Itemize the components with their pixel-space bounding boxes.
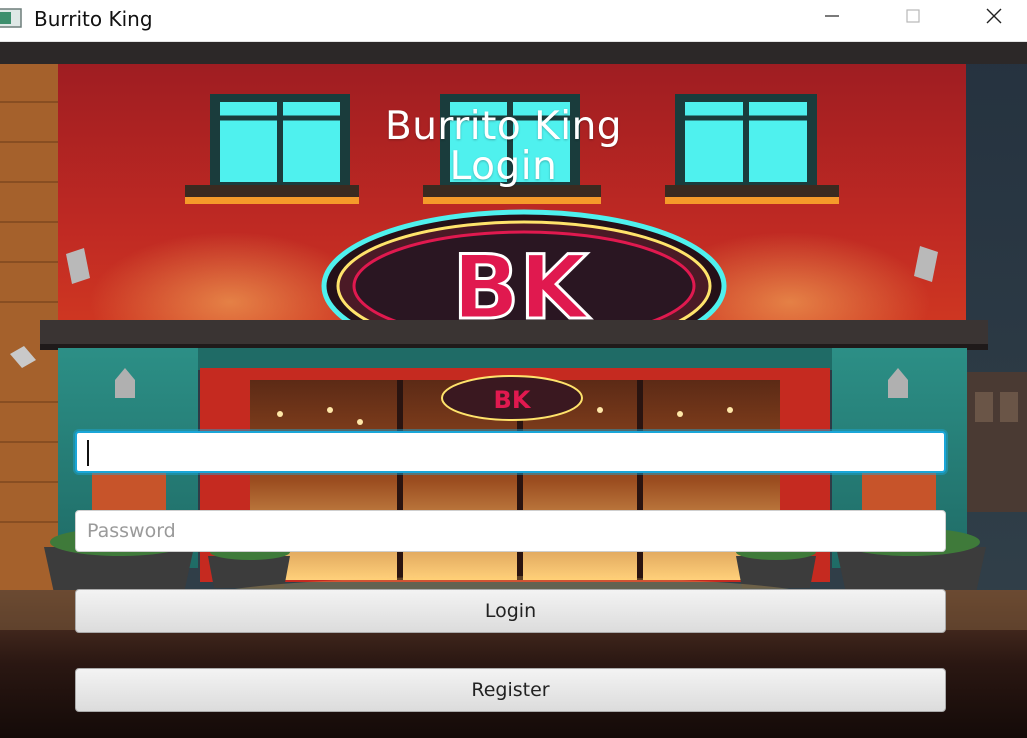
register-button-label: Register: [471, 679, 550, 701]
register-button[interactable]: Register: [75, 668, 946, 712]
text-caret: [87, 440, 89, 466]
storefront-background: BK BK Burrito King Login: [0, 42, 1027, 738]
app-heading: Burrito King: [384, 104, 623, 149]
login-button[interactable]: Login: [75, 589, 946, 633]
svg-text:BK: BK: [494, 386, 532, 414]
minimize-icon: [824, 8, 840, 28]
login-button-label: Login: [484, 600, 537, 622]
window-title-bar[interactable]: Burrito King: [0, 0, 1027, 42]
page-title: Login: [449, 144, 558, 189]
window-title: Burrito King: [34, 7, 153, 31]
app-window-icon: [0, 8, 22, 28]
maximize-button[interactable]: [873, 0, 953, 36]
username-field[interactable]: [75, 431, 946, 473]
close-icon: [985, 7, 1003, 29]
minimize-button[interactable]: [792, 0, 872, 36]
close-button[interactable]: [954, 0, 1027, 36]
maximize-icon: [905, 8, 921, 28]
password-field[interactable]: [75, 510, 946, 552]
